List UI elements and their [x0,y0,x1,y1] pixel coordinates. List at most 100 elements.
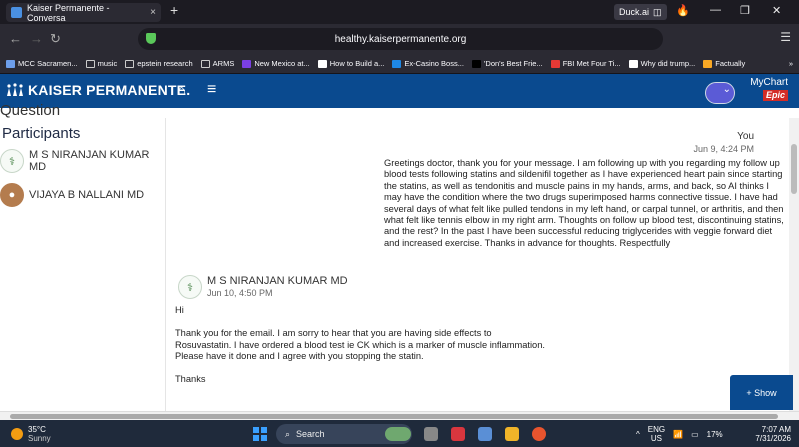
windows-taskbar: 35°C Sunny ⌕ Search ^ ENG US 📶 ▭ 17% 7:0… [0,420,799,447]
search-highlight-icon [385,427,411,441]
browser-menu-icon[interactable]: ☰ [780,30,791,44]
bookmark-favicon-icon [317,59,327,68]
horizontal-scrollbar[interactable] [0,411,799,420]
tab-close-icon[interactable]: × [150,7,156,18]
folder-icon [85,59,95,68]
fire-icon[interactable]: 🔥 [676,4,690,17]
new-tab-button[interactable]: + [170,2,178,18]
region-code: US [650,434,662,443]
temperature: 35°C [28,425,46,434]
bookmark-item[interactable]: Ex-Casino Boss... [392,59,464,68]
bookmark-favicon-icon [392,59,402,68]
system-tray: ^ ENG US 📶 ▭ 17% [636,425,723,443]
clock-time: 7:07 AM [761,425,791,434]
language-indicator[interactable]: ENG US [648,425,665,443]
bookmarks-overflow-icon[interactable]: » [789,59,793,68]
bookmark-favicon-icon [6,59,15,68]
message-thread: You Jun 9, 4:24 PM Greetings doctor, tha… [166,118,789,411]
participant-item[interactable]: ● VIJAYA B NALLANI MD [0,183,159,207]
weather-widget[interactable]: 35°C Sunny [11,425,51,443]
bookmark-label: 'Don's Best Frie... [483,59,543,68]
mychart-logo: MyChart Epic [746,78,788,104]
message-line: Please have it done and I agree with you… [175,351,424,361]
kp-favicon-icon [11,7,22,18]
bookmark-item[interactable]: Factually [703,59,745,68]
close-window-icon[interactable]: ✕ [772,4,781,17]
kp-logo-icon [6,83,24,97]
browser-tab-strip: Kaiser Permanente - Conversa × + Duck.ai… [0,0,799,24]
bookmark-label: How to Build a... [329,59,385,68]
participant-name: M S NIRANJAN KUMAR MD [29,149,150,173]
bookmark-item[interactable]: music [85,59,118,68]
back-icon[interactable]: ← [9,31,22,46]
clock-date: 7/31/2026 [755,434,791,443]
kp-logo[interactable]: KAISER PERMANENTE. [6,82,190,98]
sidebar-toggle-icon: ◫ [653,6,662,17]
chevron-up-icon[interactable]: ^ [636,430,640,439]
bookmark-item[interactable]: epstein research [125,59,193,68]
url-text: healthy.kaiserpermanente.org [334,33,467,45]
search-icon: ⌕ [285,428,291,439]
notepad-icon[interactable] [478,427,492,441]
bookmark-item[interactable]: New Mexico at... [242,59,310,68]
duck-ai-button[interactable]: Duck.ai ◫ [614,4,667,20]
bookmark-item[interactable]: MCC Sacramen... [6,59,78,68]
clock[interactable]: 7:07 AM 7/31/2026 [755,425,791,443]
bookmark-item[interactable]: 'Don's Best Frie... [471,59,543,68]
bookmark-label: music [97,59,118,68]
bookmarks-bar: MCC Sacramen... music epstein research ARMS… [0,54,799,74]
bookmark-favicon-icon [242,59,252,68]
bookmark-item[interactable]: Why did trump... [628,59,695,68]
message-header: ⚕ M S NIRANJAN KUMAR MD Jun 10, 4:50 PM [178,275,348,299]
tab-title: Kaiser Permanente - Conversa [26,2,110,23]
wifi-icon[interactable]: 📶 [673,430,683,439]
bookmark-item[interactable]: How to Build a... [317,59,385,68]
sun-icon [11,428,23,440]
bookmark-favicon-icon [703,59,713,68]
message-line [175,317,775,329]
menu-icon[interactable]: ≡ [207,81,216,99]
file-explorer-icon[interactable] [505,427,519,441]
bookmark-label: Ex-Casino Boss... [404,59,464,68]
bookmark-label: New Mexico at... [254,59,310,68]
home-icon[interactable]: ⌂ [177,82,186,99]
vertical-scrollbar[interactable] [789,118,799,411]
bookmark-favicon-icon [628,59,638,68]
stethoscope-icon: ⚕ [0,149,24,173]
participants-panel: Participants ⚕ M S NIRANJAN KUMAR MD ● V… [0,118,166,411]
bookmark-label: ARMS [212,59,235,68]
browser-nav-bar: ← → ↻ healthy.kaiserpermanente.org ☰ [0,24,799,54]
brand-name: KAISER PERMANENTE. [28,82,191,98]
address-bar[interactable]: healthy.kaiserpermanente.org [138,28,663,50]
message-line [175,363,775,375]
bookmark-item[interactable]: FBI Met Four Ti... [550,59,621,68]
maximize-icon[interactable]: ❐ [740,4,750,17]
battery-icon[interactable]: ▭ [691,430,699,439]
search-label: Search [296,429,325,439]
duckduckgo-icon[interactable] [532,427,546,441]
bookmark-favicon-icon [471,59,481,68]
user-avatar-menu[interactable] [705,82,735,104]
message-sender: M S NIRANJAN KUMAR MD [207,275,348,287]
folder-icon [200,59,210,68]
bookmark-item[interactable]: ARMS [200,59,235,68]
battery-percent: 17% [706,429,723,439]
bookmark-label: MCC Sacramen... [18,59,78,68]
task-view-icon[interactable] [424,427,438,441]
message-timestamp: Jun 10, 4:50 PM [207,288,273,298]
page-title: Question [0,104,60,118]
message-body: Greetings doctor, thank you for your mes… [384,158,784,248]
participant-item[interactable]: ⚕ M S NIRANJAN KUMAR MD [0,149,159,173]
mychart-label: MyChart [750,77,788,88]
duck-ai-label: Duck.ai [619,7,650,17]
minimize-icon[interactable]: — [710,4,721,16]
bookmark-label: FBI Met Four Ti... [562,59,621,68]
forward-icon[interactable]: → [30,31,43,46]
reload-icon[interactable]: ↻ [50,31,61,47]
message-line: Rosuvastatin. I have ordered a blood tes… [175,339,545,350]
message-sender: You [737,131,754,142]
browser-tab[interactable]: Kaiser Permanente - Conversa × [6,2,161,23]
app-icon[interactable] [451,427,465,441]
start-icon[interactable] [253,427,267,441]
show-button[interactable]: + Show [730,375,793,410]
